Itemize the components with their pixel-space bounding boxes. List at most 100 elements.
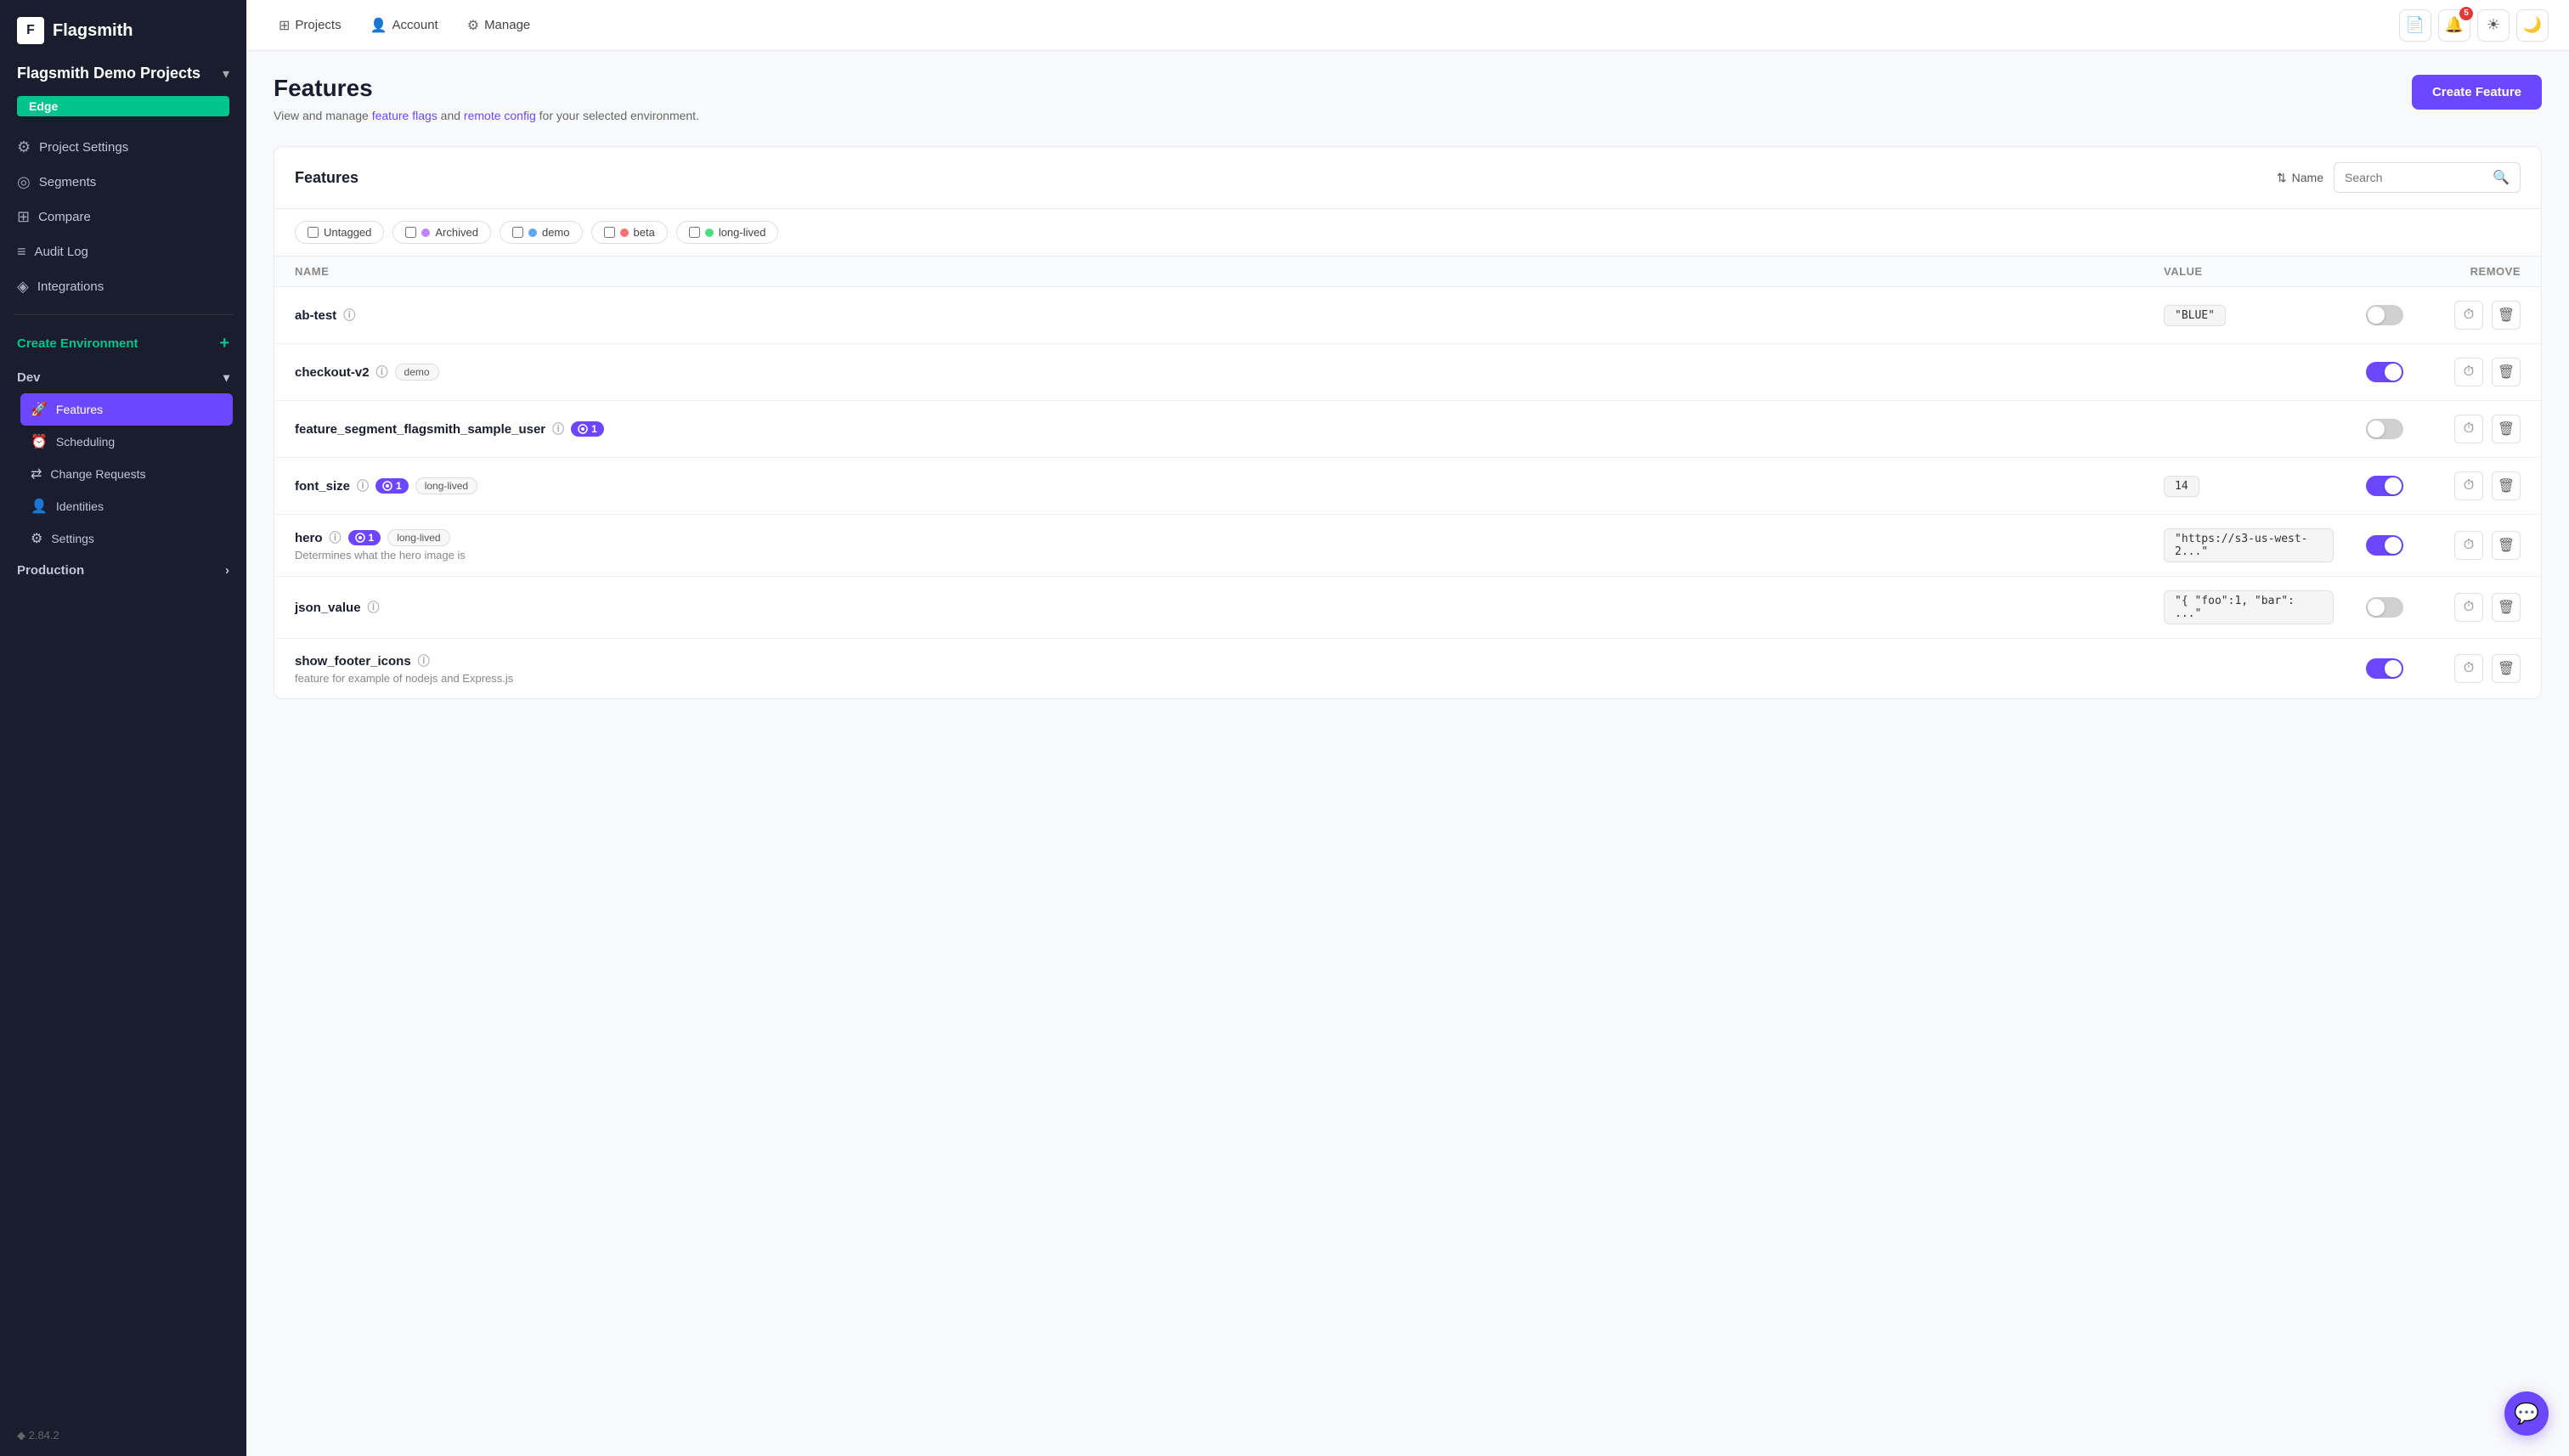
show-footer-icons-info-icon[interactable]: ⓘ — [418, 652, 430, 669]
feature-segment-info-icon[interactable]: ⓘ — [552, 420, 564, 437]
trash-icon: 🗑 — [2498, 537, 2515, 554]
account-nav[interactable]: 👤 Account — [359, 10, 450, 41]
feature-flags-link[interactable]: feature flags — [372, 109, 438, 122]
checkout-v2-history-button[interactable]: ⏱ — [2454, 358, 2483, 387]
sort-label: Name — [2292, 171, 2323, 184]
sidebar-item-label: Project Settings — [39, 140, 128, 155]
font-size-history-button[interactable]: ⏱ — [2454, 471, 2483, 500]
sort-control[interactable]: ⇅ Name — [2277, 171, 2323, 185]
docs-button[interactable]: 📄 — [2399, 9, 2431, 42]
settings-label: Settings — [51, 532, 94, 545]
hero-history-button[interactable]: ⏱ — [2454, 531, 2483, 560]
bell-icon: 🔔 — [2445, 16, 2464, 34]
tag-filter-long-lived[interactable]: long-lived — [676, 221, 779, 244]
hero-name: hero ⓘ 1 long-lived — [295, 529, 2164, 546]
feature-row-json-value: json_value ⓘ "{ "foo":1, "bar": ..." ⏱ — [274, 577, 2541, 639]
feature-segment-delete-button[interactable]: 🗑 — [2492, 415, 2521, 443]
content-area: Features View and manage feature flags a… — [246, 51, 2569, 1456]
docs-icon: 📄 — [2406, 16, 2425, 34]
show-footer-icons-history-button[interactable]: ⏱ — [2454, 654, 2483, 683]
history-icon: ⏱ — [2464, 308, 2474, 323]
sidebar-item-scheduling[interactable]: ⏰ Scheduling — [20, 426, 233, 458]
compare-icon: ⊞ — [17, 208, 30, 226]
long-lived-dot — [705, 229, 714, 237]
chat-button[interactable]: 💬 — [2504, 1391, 2549, 1436]
table-header: Name Value Remove — [274, 257, 2541, 287]
ab-test-history-button[interactable]: ⏱ — [2454, 301, 2483, 330]
untagged-checkbox[interactable] — [308, 227, 319, 238]
sidebar-item-change-requests[interactable]: ⇄ Change Requests — [20, 458, 233, 490]
tag-filter-beta[interactable]: beta — [591, 221, 668, 244]
hero-delete-button[interactable]: 🗑 — [2492, 531, 2521, 560]
tag-filter-demo[interactable]: demo — [500, 221, 583, 244]
checkout-v2-toggle[interactable] — [2366, 362, 2403, 382]
notifications-button[interactable]: 🔔 5 — [2438, 9, 2470, 42]
sidebar-item-compare[interactable]: ⊞ Compare — [7, 200, 240, 234]
trash-icon: 🗑 — [2498, 599, 2515, 616]
main-nav: ⚙ Project Settings ◎ Segments ⊞ Compare … — [0, 130, 246, 304]
sidebar-item-integrations[interactable]: ◈ Integrations — [7, 269, 240, 304]
sidebar-item-segments[interactable]: ◎ Segments — [7, 165, 240, 200]
demo-checkbox[interactable] — [512, 227, 523, 238]
moon-icon: 🌙 — [2523, 16, 2542, 34]
font-size-toggle[interactable] — [2366, 476, 2403, 496]
tag-filter-archived[interactable]: Archived — [392, 221, 491, 244]
trash-icon: 🗑 — [2498, 364, 2515, 381]
show-footer-icons-toggle[interactable] — [2366, 658, 2403, 679]
font-size-long-lived-tag: long-lived — [415, 477, 477, 494]
theme-light-button[interactable]: ☀ — [2477, 9, 2510, 42]
current-env-badge[interactable]: Edge — [17, 96, 229, 116]
json-value-delete-button[interactable]: 🗑 — [2492, 593, 2521, 622]
tag-filter-untagged[interactable]: Untagged — [295, 221, 384, 244]
logo[interactable]: F Flagsmith — [0, 0, 246, 58]
settings-icon: ⚙ — [17, 138, 31, 156]
settings2-icon: ⚙ — [31, 530, 42, 547]
theme-dark-button[interactable]: 🌙 — [2516, 9, 2549, 42]
sidebar-item-settings[interactable]: ⚙ Settings — [20, 522, 233, 555]
long-lived-checkbox[interactable] — [689, 227, 700, 238]
checkout-v2-delete-button[interactable]: 🗑 — [2492, 358, 2521, 387]
feature-segment-toggle[interactable] — [2366, 419, 2403, 439]
hero-actions: ⏱ 🗑 — [2436, 531, 2521, 560]
ab-test-info-icon[interactable]: ⓘ — [343, 307, 355, 324]
sidebar-item-project-settings[interactable]: ⚙ Project Settings — [7, 130, 240, 165]
beta-checkbox[interactable] — [604, 227, 615, 238]
production-label: Production — [17, 563, 84, 578]
hero-toggle[interactable] — [2366, 535, 2403, 556]
sidebar-item-features[interactable]: 🚀 Features — [20, 393, 233, 426]
trash-icon: 🗑 — [2498, 660, 2515, 677]
production-env-item[interactable]: Production › — [7, 555, 240, 586]
project-selector[interactable]: Flagsmith Demo Projects ▾ — [0, 58, 246, 96]
checkout-v2-info-icon[interactable]: ⓘ — [376, 364, 388, 381]
sidebar-item-audit-log[interactable]: ≡ Audit Log — [7, 234, 240, 269]
checkout-v2-label: checkout-v2 — [295, 365, 370, 380]
beta-label: beta — [634, 226, 655, 239]
ab-test-delete-button[interactable]: 🗑 — [2492, 301, 2521, 330]
feature-segment-label: feature_segment_flagsmith_sample_user — [295, 422, 545, 437]
feature-segment-history-button[interactable]: ⏱ — [2454, 415, 2483, 443]
hero-value-col: "https://s3-us-west-2..." — [2164, 528, 2334, 562]
font-size-info-icon[interactable]: ⓘ — [357, 477, 369, 494]
create-environment-button[interactable]: Create Environment + — [0, 325, 246, 362]
show-footer-icons-delete-button[interactable]: 🗑 — [2492, 654, 2521, 683]
json-value-toggle[interactable] — [2366, 597, 2403, 618]
archived-checkbox[interactable] — [405, 227, 416, 238]
json-value-name: json_value ⓘ — [295, 599, 2164, 616]
json-value-info-icon[interactable]: ⓘ — [368, 599, 380, 616]
dev-env-item[interactable]: Dev ▾ — [7, 362, 240, 393]
json-value-history-button[interactable]: ⏱ — [2454, 593, 2483, 622]
hero-info-icon[interactable]: ⓘ — [330, 529, 342, 546]
sidebar-item-identities[interactable]: 👤 Identities — [20, 490, 233, 522]
feature-segment-name-col: feature_segment_flagsmith_sample_user ⓘ … — [295, 420, 2164, 437]
logo-text: Flagsmith — [53, 21, 133, 41]
ab-test-toggle[interactable] — [2366, 305, 2403, 325]
create-feature-button[interactable]: Create Feature — [2412, 75, 2542, 110]
json-value-value: "{ "foo":1, "bar": ..." — [2164, 590, 2334, 624]
remote-config-link[interactable]: remote config — [464, 109, 536, 122]
manage-nav[interactable]: ⚙ Manage — [455, 10, 543, 41]
trash-icon: 🗑 — [2498, 307, 2515, 324]
checkout-v2-name-col: checkout-v2 ⓘ demo — [295, 364, 2164, 381]
search-input[interactable] — [2345, 171, 2486, 184]
projects-nav[interactable]: ⊞ Projects — [267, 10, 353, 41]
font-size-delete-button[interactable]: 🗑 — [2492, 471, 2521, 500]
